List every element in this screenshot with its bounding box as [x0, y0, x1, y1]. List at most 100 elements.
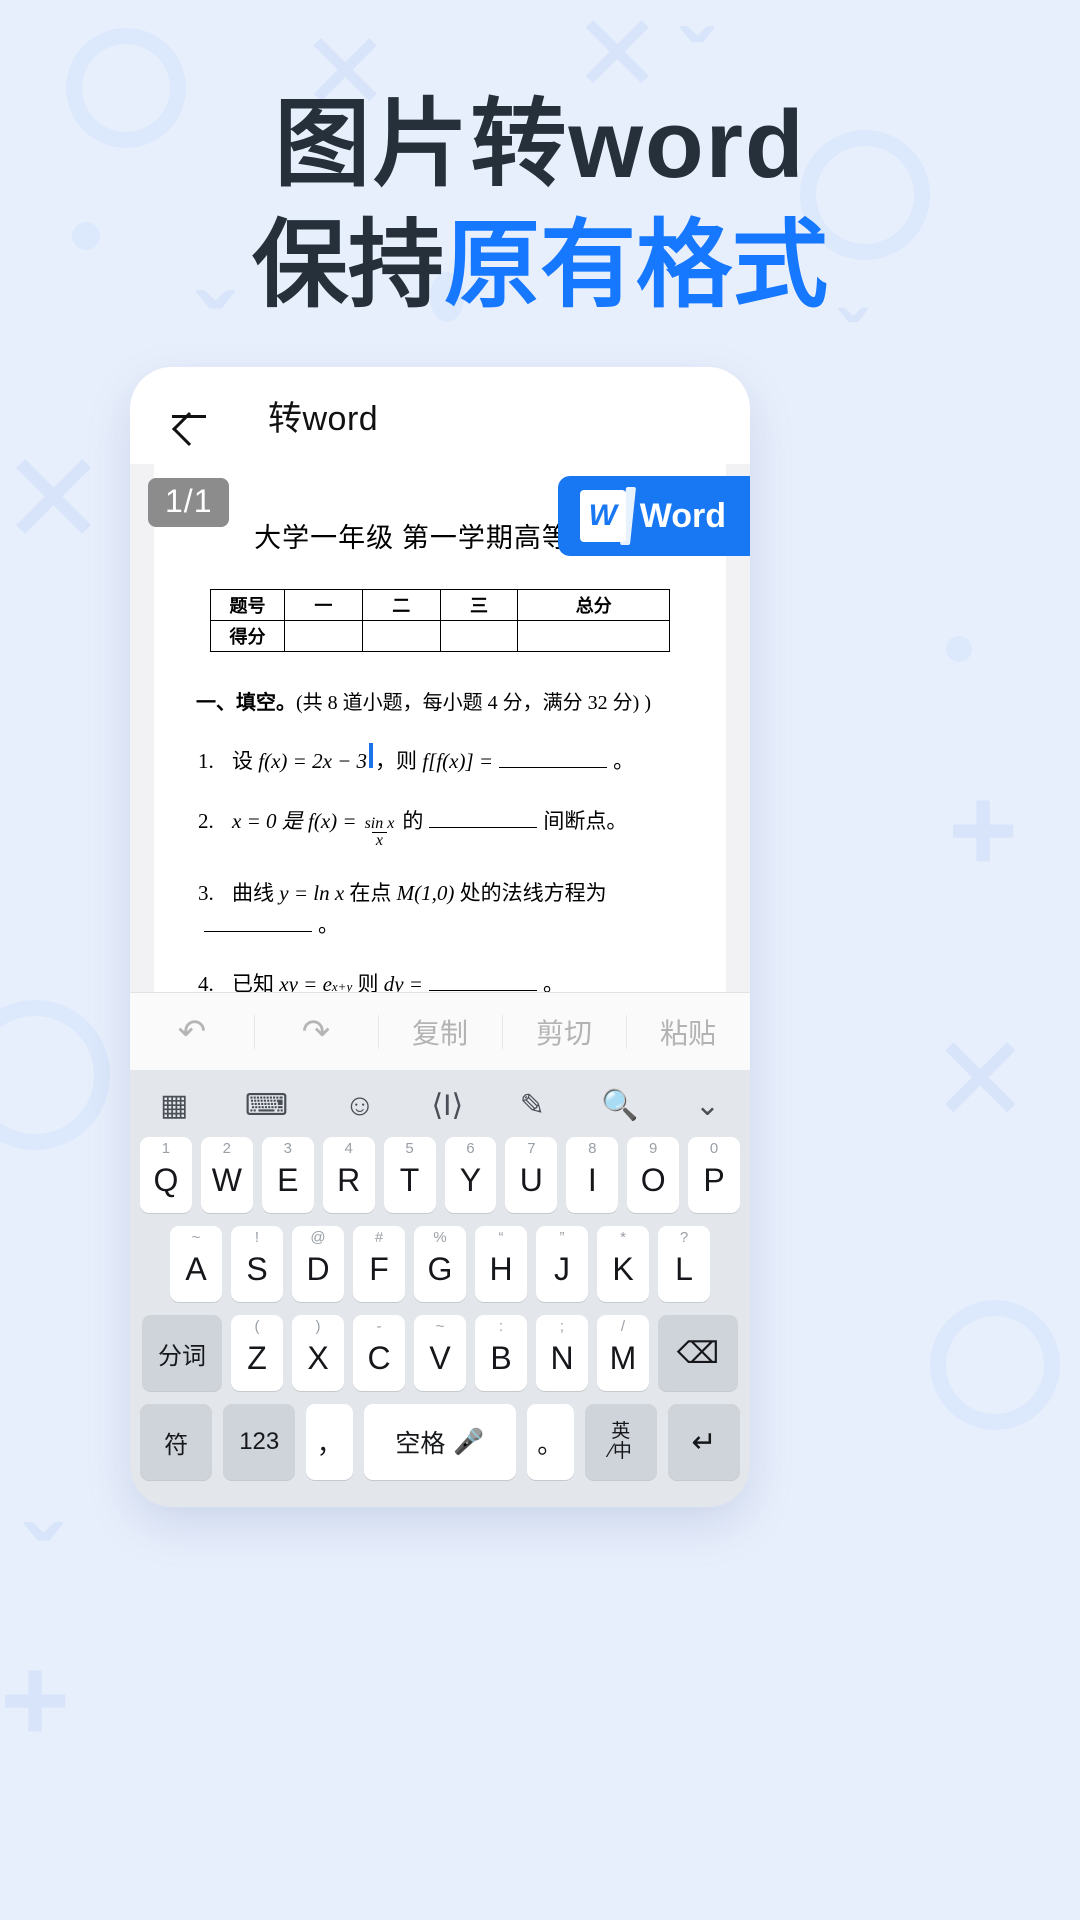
key-j[interactable]: ” J [536, 1226, 588, 1302]
page-indicator: 1/1 [148, 478, 230, 527]
mic-icon[interactable]: 🎤 [453, 1428, 484, 1457]
symbol-key[interactable]: 符 [140, 1404, 213, 1480]
key-s[interactable]: ! S [231, 1226, 283, 1302]
key-label: I [587, 1161, 597, 1198]
question-text: 在点 [349, 881, 392, 906]
key-q[interactable]: 1Q [139, 1137, 192, 1213]
comma-key[interactable]: ， [306, 1404, 354, 1480]
key-label: 分词 [158, 1342, 206, 1370]
keyboard-row-1: 1Q 2W 3E 4R 5T 6Y 7U 8I 9O 0P [139, 1137, 741, 1213]
key-hint: ” [559, 1229, 565, 1246]
key-hint: : [498, 1318, 504, 1335]
key-r[interactable]: 4R [322, 1137, 375, 1213]
deco-plus-glyph: + [0, 1633, 71, 1767]
key-label: 空格 🎤 [395, 1424, 484, 1460]
key-label: Y [459, 1161, 482, 1198]
grid-icon[interactable]: ▦ [160, 1088, 188, 1123]
backspace-key[interactable]: ⌫ [658, 1315, 738, 1391]
key-hint: 7 [527, 1140, 536, 1157]
search-icon[interactable]: 🔍 [601, 1088, 638, 1123]
copy-button[interactable]: 复制 [378, 1012, 502, 1052]
key-x[interactable]: ) X [292, 1315, 344, 1391]
table-cell: 三 [439, 589, 519, 621]
redo-button[interactable]: ↷ [254, 1012, 378, 1052]
segment-key[interactable]: 分词 [142, 1315, 222, 1391]
lang-top: 英 [611, 1421, 631, 1443]
key-v[interactable]: ~ V [414, 1315, 466, 1391]
phone-mockup: 转word 1/1 W Word 大学一年级 第一学期高等数学 题号 一 二 三… [130, 367, 750, 1507]
paste-button[interactable]: 粘贴 [626, 1012, 750, 1052]
enter-icon: ↵ [691, 1425, 717, 1459]
key-e[interactable]: 3E [261, 1137, 314, 1213]
keyboard-icon[interactable]: ⌨ [245, 1088, 288, 1123]
key-label: B [490, 1339, 512, 1376]
key-a[interactable]: ~ A [170, 1226, 222, 1302]
table-row: 题号 一 二 三 总分 [210, 589, 670, 621]
key-g[interactable]: % G [414, 1226, 466, 1302]
space-key[interactable]: 空格 🎤 [364, 1404, 516, 1480]
key-label: 123 [239, 1428, 280, 1455]
answer-blank [428, 990, 537, 992]
key-p[interactable]: 0P [688, 1137, 741, 1213]
key-m[interactable]: / M [597, 1315, 649, 1391]
clip-icon[interactable]: ✎ [520, 1088, 545, 1123]
headline-line-2: 保持原有格式 [0, 209, 1080, 322]
key-hint: ~ [435, 1318, 445, 1335]
table-cell [284, 620, 363, 652]
headline-line-1: 图片转word [274, 91, 806, 198]
question-formula: xy = e [279, 972, 332, 992]
undo-button[interactable]: ↶ [130, 1012, 254, 1052]
numeric-key[interactable]: 123 [223, 1404, 296, 1480]
key-l[interactable]: ? L [658, 1226, 710, 1302]
key-h[interactable]: “H [475, 1226, 527, 1302]
score-table: 题号 一 二 三 总分 得分 [210, 589, 670, 652]
key-w[interactable]: 2W [200, 1137, 253, 1213]
question-text: 。 [318, 912, 339, 937]
deco-dot [946, 636, 972, 662]
keyboard: ▦ ⌨ ☺ ⟨I⟩ ✎ 🔍 ⌄ 1Q 2W 3E 4R 5T 6Y 7U 8I … [130, 1070, 750, 1507]
table-cell: 得分 [210, 620, 285, 652]
key-t[interactable]: 5T [383, 1137, 436, 1213]
text-cursor-icon[interactable]: ⟨I⟩ [431, 1088, 463, 1123]
deco-plus-glyph: + [948, 763, 1019, 897]
key-y[interactable]: 6Y [444, 1137, 497, 1213]
back-arrow-icon[interactable] [168, 395, 210, 437]
deco-cross: ✕ [0, 428, 108, 571]
enter-key[interactable]: ↵ [667, 1404, 740, 1480]
key-f[interactable]: # F [353, 1226, 405, 1302]
key-c[interactable]: -C [353, 1315, 405, 1391]
section-heading-rest: (共 8 道小题，每小题 4 分，满分 32 分) ) [296, 692, 651, 714]
deco-ring [930, 1300, 1060, 1430]
key-n[interactable]: ; N [536, 1315, 588, 1391]
question-item: 4. 已知 xy = e x+y 则 dy = 。 [198, 969, 692, 992]
key-b[interactable]: :B [475, 1315, 527, 1391]
key-o[interactable]: 9O [627, 1137, 680, 1213]
question-text: 设 [232, 749, 253, 773]
collapse-icon[interactable]: ⌄ [695, 1088, 720, 1123]
key-hint: ? [679, 1229, 689, 1246]
emoji-icon[interactable]: ☺ [344, 1089, 375, 1123]
key-i[interactable]: 8I [566, 1137, 619, 1213]
key-k[interactable]: * K [597, 1226, 649, 1302]
word-export-button[interactable]: W Word [557, 476, 750, 556]
key-label: R [337, 1161, 361, 1198]
key-d[interactable]: @ D [292, 1226, 344, 1302]
key-hint: 2 [222, 1140, 231, 1157]
key-z[interactable]: (Z [231, 1315, 283, 1391]
question-number: 3. [198, 881, 214, 906]
answer-blank [499, 767, 608, 768]
key-hint: 5 [405, 1140, 414, 1157]
key-label: T [399, 1161, 420, 1198]
key-label: S [246, 1250, 268, 1287]
key-u[interactable]: 7U [505, 1137, 558, 1213]
period-key[interactable]: 。 [526, 1404, 574, 1480]
answer-blank [429, 826, 538, 828]
key-label: 。 [537, 1428, 564, 1459]
lang-toggle-key[interactable]: 英 ⁄中 [584, 1404, 657, 1480]
table-row: 得分 [210, 620, 670, 652]
question-formula: f(x) = 2x − 3 [258, 749, 368, 773]
app-bar-title: 转word [268, 400, 379, 438]
key-label: O [640, 1161, 666, 1198]
cut-button[interactable]: 剪切 [502, 1012, 626, 1052]
key-label: K [612, 1250, 634, 1287]
